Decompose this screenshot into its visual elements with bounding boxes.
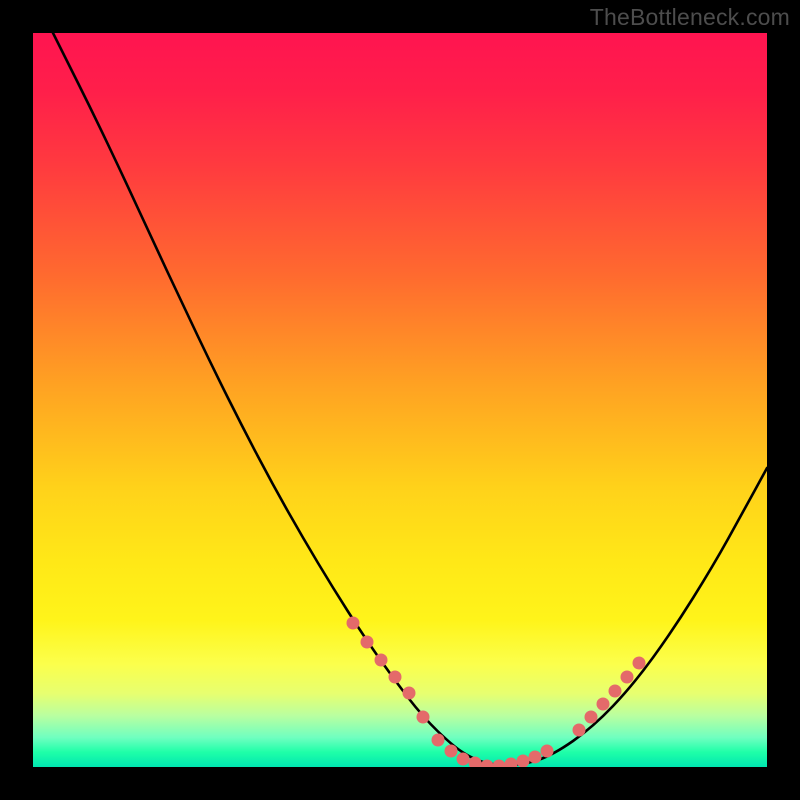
highlight-dot	[432, 734, 445, 747]
highlight-dot	[573, 724, 586, 737]
highlight-dot	[541, 745, 554, 758]
highlight-dot	[375, 654, 388, 667]
highlight-dot	[609, 685, 622, 698]
highlight-dot	[505, 758, 518, 768]
highlight-dots-group	[347, 617, 646, 768]
highlight-dot	[417, 711, 430, 724]
highlight-dot	[597, 698, 610, 711]
highlight-dot	[585, 711, 598, 724]
highlight-dot	[529, 751, 542, 764]
highlight-dot	[445, 745, 458, 758]
chart-frame: TheBottleneck.com	[0, 0, 800, 800]
highlight-dot	[457, 753, 470, 766]
highlight-dot	[347, 617, 360, 630]
highlight-dot	[361, 636, 374, 649]
highlight-dot	[403, 687, 416, 700]
chart-svg	[33, 33, 767, 767]
curve-path	[33, 33, 767, 765]
highlight-dot	[517, 755, 530, 768]
highlight-dot	[493, 760, 506, 768]
watermark-label: TheBottleneck.com	[590, 4, 790, 31]
highlight-dot	[633, 657, 646, 670]
plot-area	[33, 33, 767, 767]
highlight-dot	[389, 671, 402, 684]
highlight-dot	[621, 671, 634, 684]
